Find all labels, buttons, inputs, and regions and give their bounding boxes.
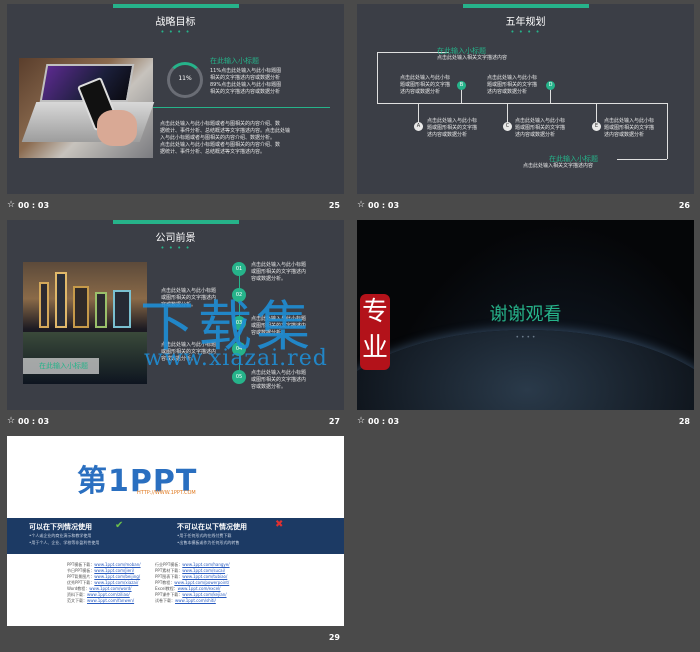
- slide-thumb-25[interactable]: 战略目标 • • • • 11% 在此输入小标题 11%点击此处输入与此小标题图…: [7, 4, 344, 214]
- link[interactable]: www.1ppt.com/xiazai/: [94, 580, 138, 585]
- divider-line: [153, 107, 330, 108]
- allowed-lines: •个人或企业的商业演示和教学使用 •用于个人、企业、学校等非盈利性使用: [29, 533, 100, 545]
- percent-value: 11%: [178, 75, 192, 82]
- title-dots: • • • •: [160, 244, 191, 252]
- laptop-photo: [19, 58, 155, 158]
- link[interactable]: www.1ppt.com/kejian/: [182, 592, 226, 597]
- link[interactable]: www.1ppt.com/fanwen/: [87, 598, 134, 603]
- node-01: 01: [232, 262, 246, 276]
- forbidden-title: 不可以在以下情况使用: [177, 523, 247, 531]
- title-dots: • • • •: [160, 28, 191, 36]
- body-text: 点击此处输入与此小标题或者与图相关的内容介绍、数 据统计、事件分析、总结概述等文字…: [160, 121, 291, 155]
- slide-subtitle: 在此输入小标题: [210, 57, 259, 65]
- earth-horizon: [357, 330, 694, 410]
- slide-number: 29: [328, 633, 340, 642]
- star-icon: ☆: [7, 416, 16, 426]
- item-05-text: 点击此处输入与此小标题 或图形相关的文字描述内 容或数据分析。: [251, 370, 307, 390]
- slide-29[interactable]: 第1PPT HTTP://WWW.1PPT.COM 可以在下列情况使用 ✔ •个…: [7, 436, 344, 626]
- link[interactable]: www.1ppt.com/hangye/: [182, 562, 229, 567]
- slide-number: 27: [328, 417, 340, 426]
- link[interactable]: www.1ppt.com/powerpoint/: [174, 580, 229, 585]
- percent-lines: 11%点击此处输入与此小标题图 相关的文字描述内容或数据分析 89%点击此处输入与此…: [210, 68, 282, 95]
- link[interactable]: www.1ppt.com/sucai/: [182, 568, 225, 573]
- node-e: E: [592, 122, 601, 131]
- license-band: 可以在下列情况使用 ✔ •个人或企业的商业演示和教学使用 •用于个人、企业、学校等…: [7, 518, 344, 554]
- timeline-line: [377, 103, 667, 104]
- links-left: PPT模板下载：www.1ppt.com/moban/ 节日PPT模板：www.…: [67, 562, 141, 603]
- title-bar-accent: [462, 4, 589, 8]
- timeline-line: [667, 103, 668, 159]
- title-bar-accent: [112, 220, 239, 224]
- item-01-text: 点击此处输入与此小标题 或图形相关的文字描述内 容或数据分析。: [251, 262, 307, 282]
- item-e-text: 点击此处输入与此小标 题或图形相关的文字描 述内容或数据分析: [604, 118, 655, 138]
- slide-thumb-29[interactable]: 第1PPT HTTP://WWW.1PPT.COM 可以在下列情况使用 ✔ •个…: [7, 436, 344, 646]
- slide-meta: ☆ 00 : 03 25: [7, 198, 344, 214]
- slide-28[interactable]: 谢谢观看 • • • •: [357, 220, 694, 410]
- slide-meta: ☆ 00 : 03 28: [357, 414, 694, 430]
- slide-meta: ☆ 00 : 03 26: [357, 198, 694, 214]
- link[interactable]: www.1ppt.com/jieri/: [94, 568, 134, 573]
- slide-duration: 00 : 03: [368, 417, 400, 426]
- slide-26[interactable]: 五年规划 • • • • 在此输入小标题 点击此处输入相关文字描述内容 点击此处…: [357, 4, 694, 194]
- watermark-url: www.xiazai.red: [144, 346, 328, 371]
- node-d: D: [546, 81, 555, 90]
- allowed-title: 可以在下列情况使用: [29, 523, 92, 531]
- percent-ring: 11%: [167, 62, 203, 98]
- check-icon: ✔: [115, 520, 124, 531]
- link[interactable]: www.1ppt.com/shiti/: [175, 598, 216, 603]
- link[interactable]: www.1ppt.com/word/: [89, 586, 131, 591]
- slide-duration: 00 : 03: [18, 417, 50, 426]
- image-caption-box: 在此输入小标题: [23, 358, 99, 374]
- slide-duration: 00 : 03: [368, 201, 400, 210]
- node-c: C: [503, 122, 512, 131]
- slide-meta: ☆ 00 : 03 27: [7, 414, 344, 430]
- top-desc: 点击此处输入相关文字描述内容: [437, 55, 508, 61]
- item-c-text: 点击此处输入与此小标 题或图形相关的文字描 述内容或数据分析: [515, 118, 566, 138]
- slide-thumb-26[interactable]: 五年规划 • • • • 在此输入小标题 点击此处输入相关文字描述内容 点击此处…: [357, 4, 694, 214]
- timeline-line: [617, 159, 667, 160]
- slide-thumb-28[interactable]: 谢谢观看 • • • • ☆ 00 : 03 28: [357, 220, 694, 430]
- slide-duration: 00 : 03: [18, 201, 50, 210]
- slide-title: 战略目标: [155, 17, 196, 28]
- item-d-text: 点击此处输入与此小标 题或图形相关的文字描 述内容或数据分析: [487, 75, 538, 95]
- slide-title: 公司前景: [155, 233, 196, 244]
- node-05: 05: [232, 370, 246, 384]
- title-bar-accent: [112, 4, 239, 8]
- link[interactable]: www.1ppt.com/excel/: [178, 586, 221, 591]
- slide-number: 28: [678, 417, 690, 426]
- item-b-text: 点击此处输入与此小标 题或图形相关的文字描 述内容或数据分析: [400, 75, 451, 95]
- star-icon: ☆: [357, 416, 366, 426]
- thanks-title: 谢谢观看: [489, 304, 562, 325]
- slide-number: 25: [328, 201, 340, 210]
- item-a-text: 点击此处输入与此小标 题或图形相关的文字描 述内容或数据分析: [427, 118, 478, 138]
- node-a: A: [414, 122, 423, 131]
- star-icon: ☆: [7, 200, 16, 210]
- star-icon: ☆: [357, 200, 366, 210]
- slide-25[interactable]: 战略目标 • • • • 11% 在此输入小标题 11%点击此处输入与此小标题图…: [7, 4, 344, 194]
- watermark-seal: 专业: [360, 294, 390, 370]
- slide-number: 26: [678, 201, 690, 210]
- link[interactable]: www.1ppt.com/beijing/: [94, 574, 140, 579]
- bottom-desc: 点击此处输入相关文字描述内容: [523, 163, 594, 169]
- link[interactable]: www.1ppt.com/tubiao/: [182, 574, 227, 579]
- links-right: 行业PPT模板：www.1ppt.com/hangye/ PPT素材下载：www…: [155, 562, 230, 603]
- logo-url: HTTP://WWW.1PPT.COM: [137, 490, 196, 496]
- slide-meta: 29: [7, 630, 344, 646]
- link[interactable]: www.1ppt.com/moban/: [94, 562, 140, 567]
- slide-title: 五年规划: [505, 17, 546, 28]
- timeline-line: [377, 52, 378, 103]
- node-b: B: [457, 81, 466, 90]
- forbidden-lines: •用于任何形式的在线付费下载 •出售本模板或作为任何形式的转售: [177, 533, 240, 545]
- cross-icon: ✖: [275, 519, 284, 530]
- thanks-dots: • • • •: [515, 334, 536, 341]
- title-dots: • • • •: [510, 28, 541, 36]
- link[interactable]: www.1ppt.com/ziliao/: [87, 592, 130, 597]
